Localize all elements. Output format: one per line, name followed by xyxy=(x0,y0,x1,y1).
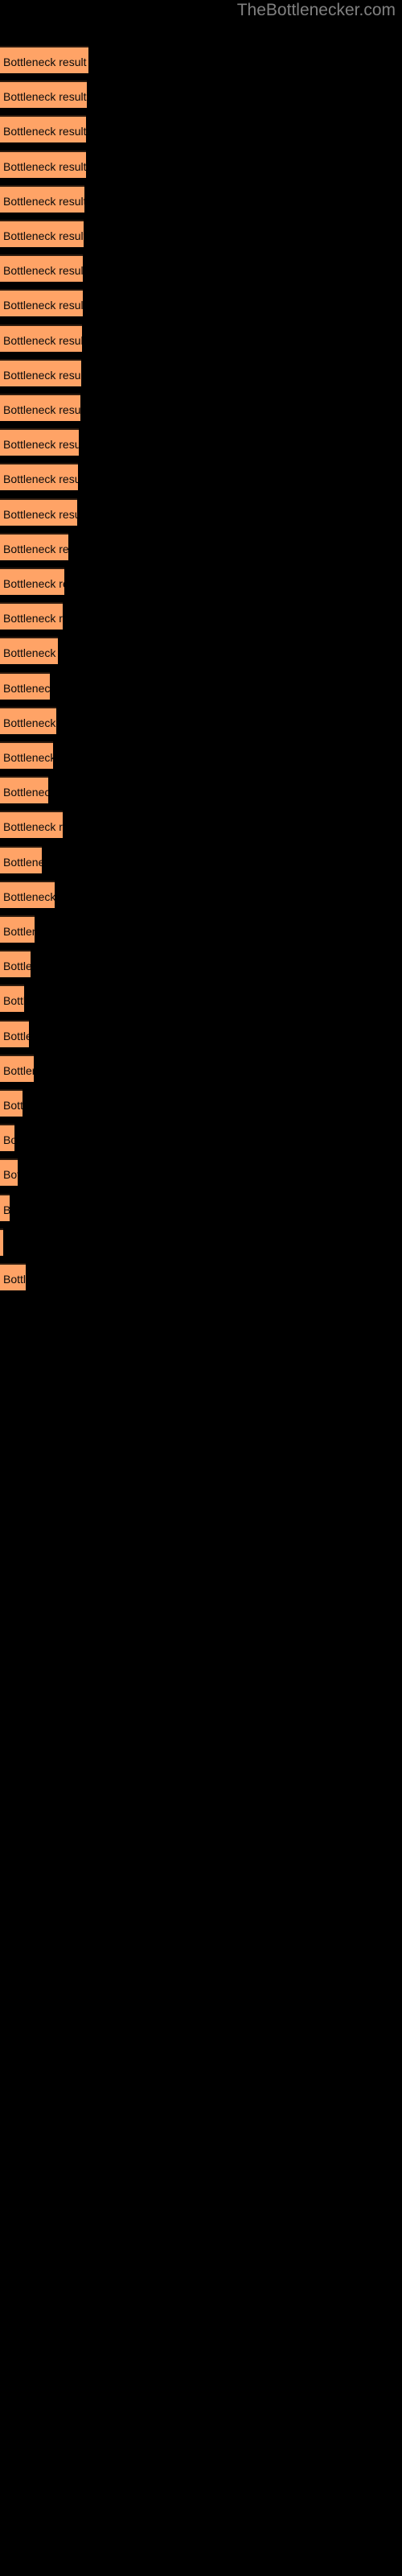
bar-segment[interactable]: Bottleneck result xyxy=(0,1054,34,1082)
bar-segment[interactable]: Bottleneck result xyxy=(0,1019,29,1047)
bar-label: Bottleneck result xyxy=(3,264,83,278)
bar-label: Bottleneck result xyxy=(3,299,83,312)
bar-label: Bottleneck result xyxy=(3,403,80,416)
bar-label: Bottleneck result xyxy=(3,612,63,625)
bar-label: Bottleneck result xyxy=(3,438,79,452)
bar-segment[interactable]: Bottleneck result xyxy=(0,115,86,143)
bar-label: Bottleneck result xyxy=(3,786,48,799)
bar-label: Bottleneck result xyxy=(3,855,42,869)
bar-segment[interactable]: Bottleneck result xyxy=(0,80,87,109)
bar-label: Bottleneck result xyxy=(3,90,87,104)
bar-segment[interactable]: Bottleneck result xyxy=(0,428,79,456)
bar-label: Bottleneck result xyxy=(3,890,55,903)
bar-segment[interactable]: Bottleneck result xyxy=(0,915,35,943)
bar-label: Bottleneck result xyxy=(3,542,68,555)
bar-label: Bottleneck result xyxy=(3,681,50,695)
bar-segment[interactable]: Bottleneck result xyxy=(0,1158,18,1187)
bar-label: Bottleneck result xyxy=(3,577,64,590)
bar-label: Bottleneck result xyxy=(3,473,78,486)
bar-segment[interactable]: Bottleneck result xyxy=(0,568,64,595)
bar-label: Bottleneck result xyxy=(3,194,84,208)
bar-label: Bottleneck result xyxy=(3,1029,29,1042)
bar-segment[interactable]: Bottleneck result xyxy=(0,394,80,421)
bar-label: Bottleneck result xyxy=(3,1197,10,1221)
bar-segment[interactable]: Bottleneck result xyxy=(0,845,42,873)
bar-segment[interactable]: Bottleneck result xyxy=(0,532,68,560)
bar-segment[interactable]: Bottleneck result xyxy=(0,497,77,526)
bar-segment[interactable]: Bottleneck result xyxy=(0,46,88,73)
bar-segment[interactable]: Bottleneck result xyxy=(0,706,56,734)
bar-label: Bottleneck result xyxy=(3,229,84,242)
bar-segment[interactable]: Bottleneck result xyxy=(0,811,63,839)
bar-segment[interactable]: Bottleneck result xyxy=(0,289,83,317)
bar-segment[interactable]: Bottleneck result xyxy=(0,254,83,283)
bar-segment[interactable]: Bottleneck result xyxy=(0,150,86,178)
bar-segment[interactable]: Bottleneck result xyxy=(0,463,78,491)
chart-page: TheBottlenecker.com Bottleneck result Bot… xyxy=(0,0,402,2576)
bar-segment[interactable]: Bottleneck result xyxy=(0,1089,23,1117)
bar-label: Bottleneck result xyxy=(3,1099,23,1112)
bar-segment[interactable]: Bottleneck result xyxy=(0,671,50,700)
bar-label: Bottleneck result xyxy=(3,125,86,138)
bar-segment[interactable]: Bottleneck result xyxy=(0,985,24,1013)
bar-label: Bottleneck result xyxy=(3,925,35,938)
bar-segment[interactable]: Bottleneck result xyxy=(0,637,58,665)
bar-segment[interactable]: Bottleneck result xyxy=(0,741,53,769)
bar-chart: Bottleneck result Bottleneck result Bottle… xyxy=(0,0,402,2576)
bar-segment[interactable]: Bottleneck result xyxy=(0,776,48,804)
bar-segment[interactable]: Bottleneck result xyxy=(0,358,81,386)
bar-label: Bottleneck result xyxy=(3,994,24,1008)
bar-label: Bottleneck result xyxy=(3,159,86,173)
bar-label: Bottleneck result xyxy=(3,716,56,729)
bar-label: Bottleneck result xyxy=(3,820,63,834)
bar-label: Bottleneck result xyxy=(3,1273,26,1286)
bar-segment[interactable]: Bottleneck result xyxy=(0,220,84,247)
bar-segment[interactable]: Bottleneck result xyxy=(0,1193,10,1221)
bar-label: Bottleneck result xyxy=(3,960,31,973)
bar-label: Bottleneck result xyxy=(3,507,77,521)
bar-label: Bottleneck result xyxy=(3,751,53,764)
bar-segment[interactable]: Bottleneck result xyxy=(0,184,84,213)
bar-label: Bottleneck result xyxy=(3,1063,34,1077)
bar-segment[interactable]: Bottleneck result xyxy=(0,950,31,978)
bar-label: Bottleneck result xyxy=(3,1133,14,1147)
bar-segment[interactable]: Bottleneck result xyxy=(0,1124,14,1152)
bar-label: Bottleneck result xyxy=(3,56,87,68)
bar-segment[interactable]: Bottleneck result xyxy=(0,880,55,908)
bar-label: Bottleneck result xyxy=(3,333,82,347)
bar-label: Bottleneck result xyxy=(3,646,58,660)
bar-segment[interactable]: Bottleneck result xyxy=(0,1263,26,1290)
bar-segment[interactable]: Bottleneck result xyxy=(0,602,63,630)
bar-label: Bottleneck result xyxy=(3,368,81,382)
bar-segment[interactable]: Bottleneck result xyxy=(0,324,82,352)
bar-segment[interactable]: Bottleneck result xyxy=(0,1228,3,1256)
bar-label: Bottleneck result xyxy=(3,1168,18,1182)
